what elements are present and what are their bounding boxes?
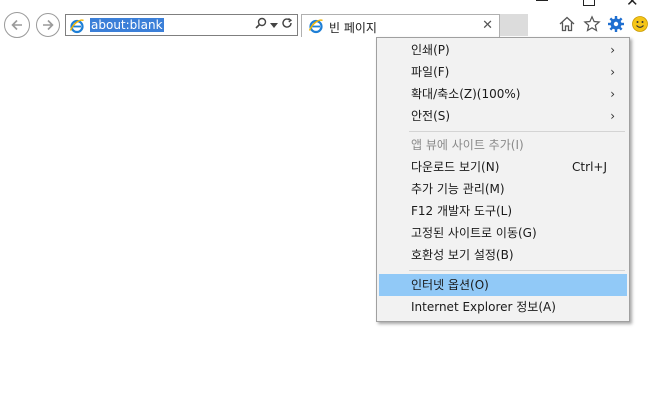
- close-tab-icon[interactable]: ✕: [482, 18, 493, 33]
- gear-icon[interactable]: [606, 14, 626, 34]
- refresh-icon[interactable]: [281, 17, 293, 32]
- menu-item-label: 호환성 보기 설정(B): [411, 248, 514, 262]
- menu-item-label: 다운로드 보기(N): [411, 160, 500, 174]
- menu-item-file[interactable]: 파일(F) ›: [379, 61, 627, 83]
- menu-item-label: 안전(S): [411, 109, 451, 123]
- back-button[interactable]: [4, 12, 30, 38]
- address-bar[interactable]: about:blank: [65, 14, 298, 36]
- browser-tab[interactable]: 빈 페이지 ✕: [301, 14, 500, 37]
- menu-item-safety[interactable]: 안전(S) ›: [379, 105, 627, 127]
- menu-item-about-ie[interactable]: Internet Explorer 정보(A): [379, 296, 627, 318]
- menu-item-pinned-sites[interactable]: 고정된 사이트로 이동(G): [379, 222, 627, 244]
- menu-item-label: 인쇄(P): [411, 43, 450, 57]
- url-text[interactable]: about:blank: [90, 18, 164, 32]
- menu-item-label: Internet Explorer 정보(A): [411, 300, 556, 314]
- menu-item-label: 확대/축소(Z)(100%): [411, 87, 521, 101]
- chevron-right-icon: ›: [610, 43, 615, 57]
- menu-item-label: 고정된 사이트로 이동(G): [411, 226, 537, 240]
- arrow-right-icon: [43, 19, 54, 31]
- menu-item-label: 앱 뷰에 사이트 추가(I): [411, 138, 524, 152]
- chevron-right-icon: ›: [610, 65, 615, 79]
- menu-item-dev-tools[interactable]: F12 개발자 도구(L): [379, 200, 627, 222]
- menu-item-print[interactable]: 인쇄(P) ›: [379, 39, 627, 61]
- menu-item-shortcut: Ctrl+J: [572, 160, 607, 174]
- forward-button[interactable]: [36, 13, 60, 37]
- menu-item-label: F12 개발자 도구(L): [411, 204, 513, 218]
- menu-separator: [409, 270, 625, 271]
- search-icon[interactable]: [255, 17, 267, 32]
- chevron-right-icon: ›: [610, 109, 615, 123]
- menu-item-manage-addons[interactable]: 추가 기능 관리(M): [379, 178, 627, 200]
- feedback-smiley-icon[interactable]: [630, 14, 649, 34]
- menu-item-zoom[interactable]: 확대/축소(Z)(100%) ›: [379, 83, 627, 105]
- dropdown-arrow-icon[interactable]: [270, 18, 278, 32]
- minimize-button[interactable]: [536, 0, 548, 1]
- maximize-button[interactable]: [583, 0, 595, 6]
- menu-item-internet-options[interactable]: 인터넷 옵션(O): [379, 274, 627, 296]
- arrow-left-icon: [11, 19, 22, 31]
- tools-menu: 인쇄(P) › 파일(F) › 확대/축소(Z)(100%) › 안전(S) ›…: [376, 37, 630, 322]
- ie-logo-icon: [308, 18, 324, 37]
- close-window-button[interactable]: ✕: [626, 0, 639, 10]
- chevron-right-icon: ›: [610, 87, 615, 101]
- menu-item-label: 추가 기능 관리(M): [411, 182, 505, 196]
- menu-item-view-downloads[interactable]: 다운로드 보기(N) Ctrl+J: [379, 156, 627, 178]
- favorites-star-icon[interactable]: [582, 14, 602, 34]
- new-tab-button[interactable]: [500, 14, 528, 36]
- menu-separator: [409, 131, 625, 132]
- menu-item-add-site-to-apps: 앱 뷰에 사이트 추가(I): [379, 134, 627, 156]
- menu-item-label: 파일(F): [411, 65, 450, 79]
- home-icon[interactable]: [557, 14, 577, 34]
- tab-title: 빈 페이지: [329, 21, 377, 35]
- ie-logo-icon: [69, 18, 85, 37]
- menu-item-label: 인터넷 옵션(O): [411, 278, 489, 292]
- menu-item-compat-view[interactable]: 호환성 보기 설정(B): [379, 244, 627, 266]
